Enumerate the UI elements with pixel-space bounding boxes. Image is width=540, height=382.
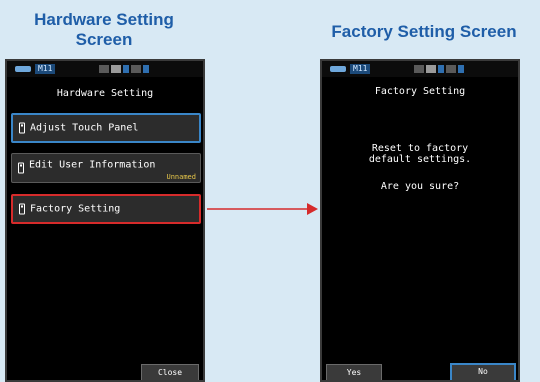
- close-button[interactable]: Close: [141, 364, 199, 380]
- status-dot-icon: [123, 65, 130, 73]
- status-icons: [99, 65, 150, 73]
- memory-indicator: M11: [35, 64, 56, 74]
- menu-item-label: Factory Setting: [30, 203, 121, 215]
- no-button[interactable]: No: [450, 363, 516, 380]
- battery-icon: [15, 66, 31, 72]
- edit-user-information-button[interactable]: Edit User Information Unnamed: [11, 153, 201, 183]
- status-block-icon: [426, 65, 437, 73]
- message-line-1: Reset to factory: [371, 143, 469, 154]
- hardware-screen-caption: Hardware Setting Screen: [4, 10, 204, 50]
- status-icons: [414, 65, 465, 73]
- status-block-icon: [99, 65, 110, 73]
- factory-setting-button[interactable]: Factory Setting: [11, 194, 201, 224]
- status-block-icon: [131, 65, 142, 73]
- menu-item-label: Edit User Information: [29, 159, 156, 171]
- memory-indicator: M11: [350, 64, 371, 74]
- status-block-icon: [111, 65, 122, 73]
- page-title: Factory Setting: [374, 86, 466, 97]
- caption-line-1: Hardware Setting: [34, 10, 174, 29]
- status-dot-icon: [143, 65, 150, 73]
- menu-item-label: Adjust Touch Panel: [30, 122, 139, 134]
- status-block-icon: [414, 65, 425, 73]
- battery-icon: [330, 66, 346, 72]
- message-line-2: default settings.: [368, 154, 472, 165]
- arrow-head-icon: [307, 203, 318, 215]
- meter-icon: [18, 162, 24, 174]
- confirmation-question: Are you sure?: [380, 181, 460, 192]
- adjust-touch-panel-button[interactable]: Adjust Touch Panel: [11, 113, 201, 143]
- status-bar: M11: [7, 61, 203, 77]
- hardware-setting-screen: M11 Hardware Setting Adjust Touch Panel …: [5, 59, 205, 382]
- status-dot-icon: [438, 65, 445, 73]
- meter-icon: [19, 122, 25, 134]
- caption-line-2: Screen: [75, 30, 133, 49]
- status-block-icon: [446, 65, 457, 73]
- confirmation-message: Reset to factory default settings.: [322, 143, 518, 165]
- user-name-value: Unnamed: [166, 173, 196, 181]
- factory-screen-caption: Factory Setting Screen: [331, 22, 517, 41]
- meter-icon: [19, 203, 25, 215]
- status-bar: M11: [322, 61, 518, 77]
- factory-setting-screen: M11 Factory Setting Reset to factory def…: [320, 59, 520, 382]
- page-title: Hardware Setting: [56, 88, 154, 99]
- yes-button[interactable]: Yes: [326, 364, 382, 380]
- status-dot-icon: [458, 65, 465, 73]
